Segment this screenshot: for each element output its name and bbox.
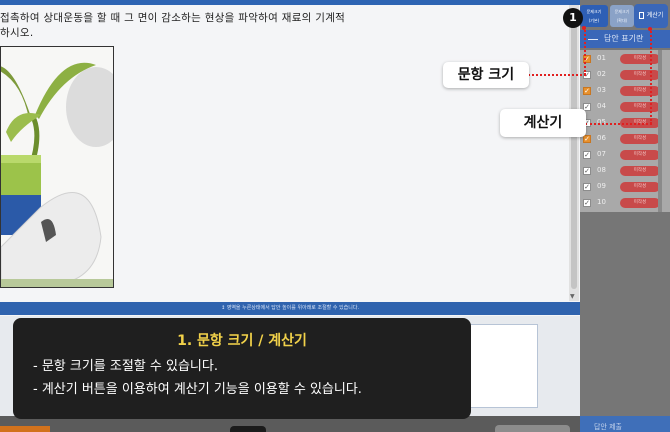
answer-checkbox[interactable]: ✓ [583,151,591,159]
answer-row[interactable]: ✓ 07 미작성 [580,147,670,163]
answer-list: ✓ 01 미작성 ✓ 02 미작성 ✓ 03 미작성 ✓ 04 미작성 ✓ 05 미작성 ✓ 06 미작성 ✓ 07 미… [580,50,670,212]
answer-number: 06 [597,134,606,142]
callout-calculator: 계산기 [500,109,586,137]
answer-number: 08 [597,166,606,174]
answer-checkbox[interactable]: ✓ [583,183,591,191]
answer-number: 07 [597,150,606,158]
answer-status-badge: 미작성 [620,150,660,160]
answer-row[interactable]: ✓ 02 미작성 [580,67,670,83]
text-size-large-sub: (확대) [616,18,628,23]
tip-line-1: - 문항 크기를 조절할 수 있습니다. [33,359,218,374]
answer-status-badge: 미작성 [620,166,660,176]
tip-line-2: - 계산기 버튼을 이용하여 계산기 기능을 이용할 수 있습니다. [33,382,362,397]
answer-number: 02 [597,70,606,78]
bottom-orange-button[interactable] [0,426,50,432]
answer-status-badge: 미작성 [620,70,660,80]
text-size-large-button[interactable]: 문제크기 (확대) [610,5,634,27]
answer-number: 09 [597,182,606,190]
text-size-normal-sub: (기본) [588,18,600,23]
connector-dot-textsize [582,26,586,30]
answer-row[interactable]: ✓ 01 미작성 [580,51,670,67]
answer-number: 04 [597,102,606,110]
answer-list-scrollbar[interactable] [658,50,662,212]
callout-calculator-label: 계산기 [523,115,563,131]
calculator-button[interactable]: 계산기 [634,4,668,28]
calculator-label: 계산기 [646,12,664,19]
connector-dot-calc [648,27,652,31]
tip-title: 1. 문항 크기 / 계산기 [177,333,307,349]
answer-panel-header: 답안 표기란 [580,30,670,48]
answer-checkbox[interactable]: ✓ [583,135,591,143]
bottom-grey-button[interactable] [495,425,570,432]
text-size-normal-label: 문제크기 [586,9,602,14]
connector-calc-horizontal [585,123,652,125]
answer-status-badge: 미작성 [620,86,660,96]
header-bar-icon [588,39,598,40]
callout-text-size: 문항 크기 [443,62,529,88]
scroll-thumb[interactable] [571,9,577,289]
step-number-badge: 1 [563,8,583,28]
answer-panel-title: 답안 표기란 [604,34,644,43]
sprout-egg-illustration [1,47,113,287]
bottom-dark-button[interactable] [230,426,266,432]
answer-status-badge: 미작성 [620,54,660,64]
answer-row[interactable]: ✓ 03 미작성 [580,83,670,99]
answer-row[interactable]: ✓ 08 미작성 [580,163,670,179]
tutorial-tip-box: 1. 문항 크기 / 계산기 - 문항 크기를 조절할 수 있습니다. - 계산… [13,318,471,419]
answer-status-badge: 미작성 [620,134,660,144]
answer-status-badge: 미작성 [620,182,660,192]
answer-number: 03 [597,86,606,94]
answer-row[interactable]: ✓ 10 미작성 [580,195,670,211]
answer-status-badge: 미작성 [620,102,660,112]
answer-number: 01 [597,54,606,62]
answer-row[interactable]: ✓ 09 미작성 [580,179,670,195]
text-size-large-label: 문제크기 [614,9,630,14]
question-figure [0,46,114,288]
calculator-icon [638,12,644,19]
connector-textsize-vertical [584,27,586,75]
scroll-down-arrow-icon[interactable]: ▼ [570,293,575,300]
callout-text-size-label: 문항 크기 [457,67,515,83]
answer-checkbox[interactable]: ✓ [583,167,591,175]
answer-number: 10 [597,198,606,206]
connector-textsize-horizontal [528,74,586,76]
question-text: 접촉하여 상대운동을 할 때 그 면이 감소하는 현상을 파악하여 재료의 기계… [0,11,575,41]
top-accent-line [0,0,580,5]
answer-checkbox[interactable]: ✓ [583,199,591,207]
question-line-2: 하시오. [0,27,34,39]
submit-answer-bar[interactable]: 답안 제출 [580,416,670,432]
answer-resize-handle[interactable]: ↕ 영역을 누른상태에서 답안 높이를 위아래로 조절할 수 있습니다. [0,302,580,315]
answer-checkbox[interactable]: ✓ [583,87,591,95]
submit-answer-label: 답안 제출 [594,423,622,431]
answer-row[interactable]: ✓ 04 미작성 [580,99,670,115]
connector-calc-vertical [650,28,652,124]
question-line-1: 접촉하여 상대운동을 할 때 그 면이 감소하는 현상을 파악하여 재료의 기계… [0,12,346,24]
answer-row[interactable]: ✓ 06 미작성 [580,131,670,147]
answer-status-badge: 미작성 [620,198,660,208]
text-size-normal-button[interactable]: 문제크기 (기본) [580,5,608,27]
question-scrollbar[interactable]: ▼ [569,5,579,301]
resize-hint: ↕ 영역을 누른상태에서 답안 높이를 위아래로 조절할 수 있습니다. [220,305,360,311]
